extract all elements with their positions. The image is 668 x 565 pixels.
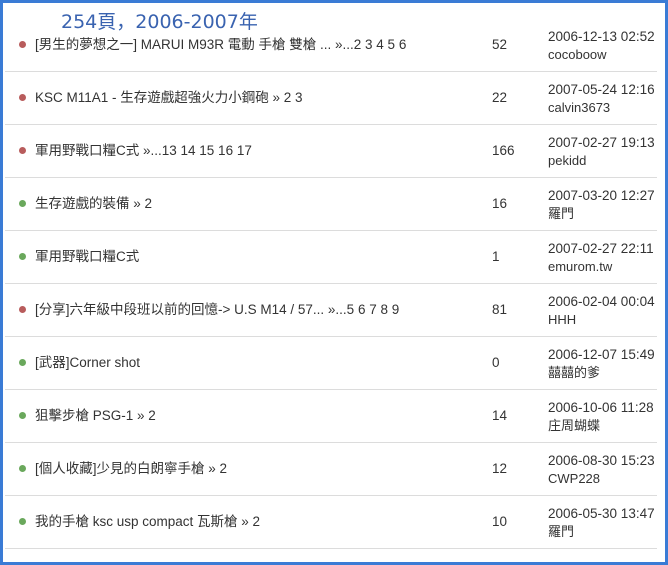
topic-row: 生存遊戲的裝備 » 2 16 2007-03-20 12:27 羅門 (5, 178, 657, 231)
topic-row: [分享]六年級中段班以前的回憶-> U.S M14 / 57... »...5 … (5, 284, 657, 337)
last-post-author-link[interactable]: 囍囍的爹 (548, 364, 655, 382)
topic-title-link[interactable]: KSC M11A1 - 生存遊戲超強火力小鋼砲 » 2 3 (35, 72, 303, 124)
last-post-author-link[interactable]: 羅門 (548, 523, 655, 541)
reply-count: 10 (492, 514, 508, 529)
topic-status-dot-icon (19, 41, 26, 48)
topic-title-link[interactable]: [分享]六年級中段班以前的回憶-> U.S M14 / 57... »...5 … (35, 284, 399, 336)
reply-count: 1 (492, 249, 500, 264)
reply-count: 52 (492, 37, 508, 52)
last-post-info: 2006-02-04 00:04 HHH (548, 293, 655, 329)
last-post-date: 2007-05-24 12:16 (548, 82, 655, 97)
topic-title-link[interactable]: [個人收藏]少見的白朗寧手槍 » 2 (35, 443, 227, 495)
last-post-author-link[interactable]: CWP228 (548, 470, 655, 488)
topic-title-link[interactable]: [武器]Corner shot (35, 337, 140, 389)
topic-status-dot-icon (19, 200, 26, 207)
reply-count: 14 (492, 408, 508, 423)
reply-count: 12 (492, 461, 508, 476)
last-post-author-link[interactable]: emurom.tw (548, 258, 654, 276)
topic-status-dot-icon (19, 412, 26, 419)
last-post-author-link[interactable]: cocoboow (548, 46, 655, 64)
topic-status-dot-icon (19, 147, 26, 154)
last-post-author-link[interactable]: 庄周蝴蝶 (548, 417, 654, 435)
last-post-date: 2006-08-30 15:23 (548, 453, 655, 468)
reply-count: 16 (492, 196, 508, 211)
topic-list-frame: 254頁，2006-2007年 [男生的夢想之一] MARUI M93R 電動 … (0, 0, 668, 565)
last-post-info: 2007-02-27 19:13 pekidd (548, 134, 655, 170)
last-post-date: 2006-10-06 11:28 (548, 400, 654, 415)
last-post-author-link[interactable]: calvin3673 (548, 99, 655, 117)
topic-row: 軍用野戰口糧C式 1 2007-02-27 22:11 emurom.tw (5, 231, 657, 284)
topic-title-link[interactable]: 軍用野戰口糧C式 (35, 231, 139, 283)
reply-count: 22 (492, 90, 508, 105)
page-label: 254頁，2006-2007年 (61, 11, 258, 33)
topic-status-dot-icon (19, 518, 26, 525)
last-post-info: 2006-08-30 15:23 CWP228 (548, 452, 655, 488)
topic-status-dot-icon (19, 359, 26, 366)
reply-count: 0 (492, 355, 500, 370)
last-post-info: 2007-03-20 12:27 羅門 (548, 187, 655, 223)
topic-title-link[interactable]: 軍用野戰口糧C式 »...13 14 15 16 17 (35, 125, 252, 177)
topic-status-dot-icon (19, 94, 26, 101)
topic-list: [男生的夢想之一] MARUI M93R 電動 手槍 雙槍 ... »...2 … (5, 19, 657, 549)
topic-row: KSC M11A1 - 生存遊戲超強火力小鋼砲 » 2 3 22 2007-05… (5, 72, 657, 125)
last-post-date: 2006-12-13 02:52 (548, 29, 655, 44)
topic-status-dot-icon (19, 253, 26, 260)
topic-row: [個人收藏]少見的白朗寧手槍 » 2 12 2006-08-30 15:23 C… (5, 443, 657, 496)
topic-row: 狙擊步槍 PSG-1 » 2 14 2006-10-06 11:28 庄周蝴蝶 (5, 390, 657, 443)
last-post-author-link[interactable]: HHH (548, 311, 655, 329)
last-post-date: 2007-03-20 12:27 (548, 188, 655, 203)
topic-title-link[interactable]: 狙擊步槍 PSG-1 » 2 (35, 390, 156, 442)
last-post-info: 2007-02-27 22:11 emurom.tw (548, 240, 654, 276)
last-post-info: 2006-12-13 02:52 cocoboow (548, 28, 655, 64)
last-post-info: 2007-05-24 12:16 calvin3673 (548, 81, 655, 117)
topic-title-link[interactable]: 生存遊戲的裝備 » 2 (35, 178, 152, 230)
last-post-info: 2006-05-30 13:47 羅門 (548, 505, 655, 541)
topic-row: 軍用野戰口糧C式 »...13 14 15 16 17 166 2007-02-… (5, 125, 657, 178)
reply-count: 81 (492, 302, 508, 317)
topic-title-link[interactable]: 我的手槍 ksc usp compact 瓦斯槍 » 2 (35, 496, 260, 548)
last-post-date: 2006-12-07 15:49 (548, 347, 655, 362)
last-post-author-link[interactable]: pekidd (548, 152, 655, 170)
last-post-date: 2007-02-27 22:11 (548, 241, 654, 256)
last-post-info: 2006-10-06 11:28 庄周蝴蝶 (548, 399, 654, 435)
reply-count: 166 (492, 143, 515, 158)
last-post-date: 2006-05-30 13:47 (548, 506, 655, 521)
topic-status-dot-icon (19, 465, 26, 472)
last-post-date: 2007-02-27 19:13 (548, 135, 655, 150)
last-post-info: 2006-12-07 15:49 囍囍的爹 (548, 346, 655, 382)
topic-status-dot-icon (19, 306, 26, 313)
topic-row: 我的手槍 ksc usp compact 瓦斯槍 » 2 10 2006-05-… (5, 496, 657, 549)
last-post-date: 2006-02-04 00:04 (548, 294, 655, 309)
last-post-author-link[interactable]: 羅門 (548, 205, 655, 223)
topic-row: [武器]Corner shot 0 2006-12-07 15:49 囍囍的爹 (5, 337, 657, 390)
